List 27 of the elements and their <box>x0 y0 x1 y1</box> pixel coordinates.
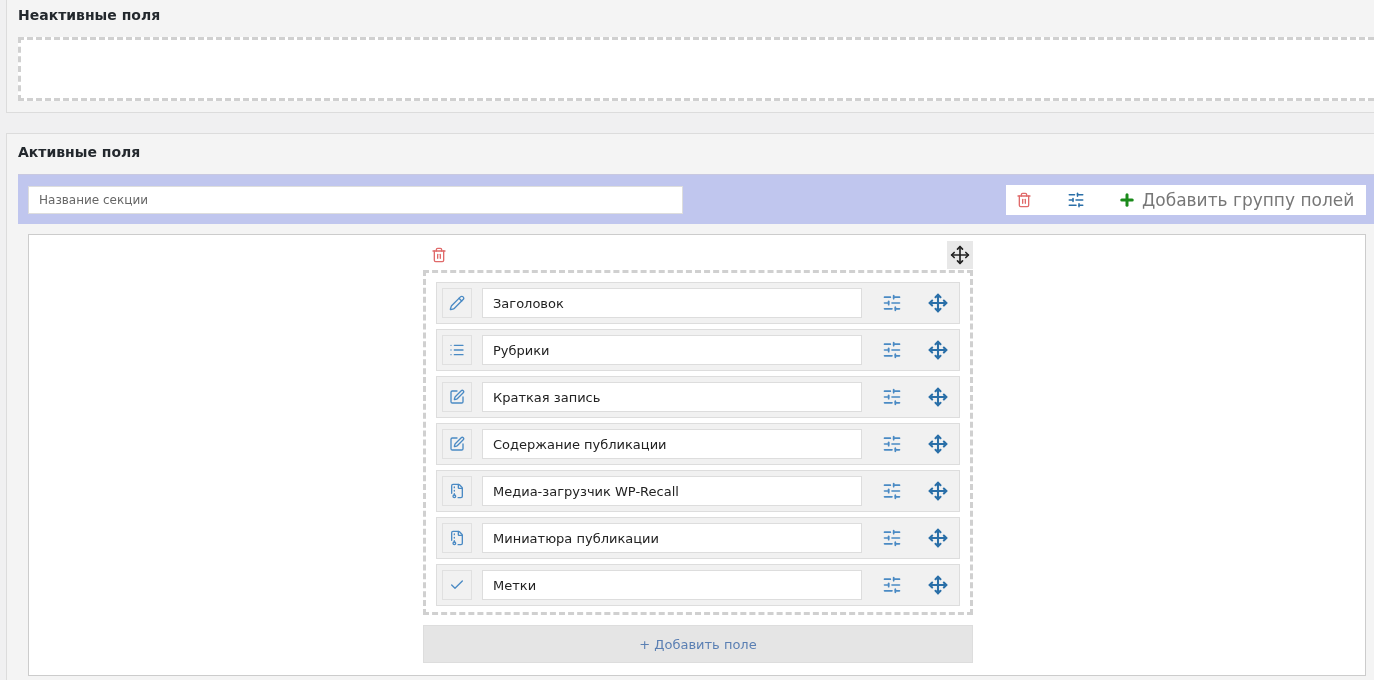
move-handle[interactable] <box>926 573 950 597</box>
move-handle[interactable] <box>926 291 950 315</box>
field-name-input[interactable]: Краткая запись <box>482 382 862 412</box>
add-group-button[interactable]: Добавить группу полей <box>1118 190 1355 210</box>
section-name-field[interactable]: Название секции <box>28 186 683 214</box>
move-handle[interactable] <box>947 241 973 269</box>
move-handle[interactable] <box>926 338 950 362</box>
file-icon <box>449 530 465 546</box>
move-handle[interactable] <box>926 479 950 503</box>
field-name-input[interactable]: Метки <box>482 570 862 600</box>
move-handle[interactable] <box>926 526 950 550</box>
field-name-input[interactable]: Рубрики <box>482 335 862 365</box>
edit-icon <box>449 389 465 405</box>
panel-title: Активные поля <box>18 144 142 160</box>
field-name-input[interactable]: Медиа-загрузчик WP-Recall <box>482 476 862 506</box>
plus-icon <box>1118 191 1136 209</box>
move-handle[interactable] <box>926 432 950 456</box>
pencil-icon <box>449 295 465 311</box>
file-icon <box>449 483 465 499</box>
field-name-input[interactable]: Миниатюра публикации <box>482 523 862 553</box>
edit-icon <box>449 436 465 452</box>
field-name-input[interactable]: Содержание публикации <box>482 429 862 459</box>
field-name-input[interactable]: Заголовок <box>482 288 862 318</box>
list-icon <box>449 342 465 358</box>
move-handle[interactable] <box>926 385 950 409</box>
settings-button[interactable] <box>1066 190 1086 210</box>
panel-title: Неактивные поля <box>18 7 162 23</box>
